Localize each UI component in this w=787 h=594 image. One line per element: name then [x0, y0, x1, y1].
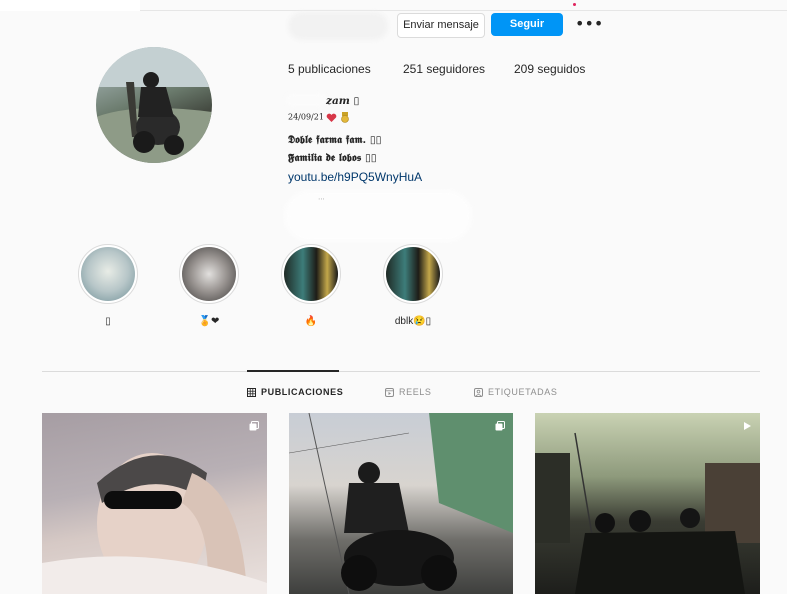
username-redacted	[288, 12, 388, 40]
tab-publicaciones-label: PUBLICACIONES	[261, 387, 344, 397]
highlight-2[interactable]: 🏅❤	[179, 244, 239, 327]
video-icon	[744, 422, 751, 430]
carousel-icon	[495, 421, 505, 431]
highlight-3-label: 🔥	[304, 316, 318, 327]
bio-redacted	[284, 190, 472, 242]
bio-date: 24/09/21	[288, 112, 350, 123]
highlight-3-cover	[281, 244, 341, 304]
post-2-image	[289, 413, 513, 594]
highlight-4-label: dblk😢▯	[394, 316, 432, 327]
tab-etiquetadas-label: ETIQUETADAS	[488, 387, 558, 397]
tab-publicaciones[interactable]: PUBLICACIONES	[247, 387, 343, 397]
post-thumbnail-2[interactable]	[289, 413, 513, 594]
highlight-2-label: 🏅❤	[198, 316, 220, 327]
tab-etiquetadas[interactable]: ETIQUETADAS	[474, 387, 557, 397]
tabs-divider	[42, 371, 760, 372]
bio-line-3: 𝕱𝖆𝖒𝖎𝖑𝖎𝖆 𝖉𝖊 𝖑𝖔𝖇𝖔𝖘 ▯▯	[288, 152, 377, 164]
highlight-1-label: ▯	[105, 316, 111, 327]
highlight-1-cover	[78, 244, 138, 304]
post-thumbnail-1[interactable]	[42, 413, 267, 594]
tab-reels-label: REELS	[399, 387, 432, 397]
more-options-button[interactable]: •••	[575, 13, 603, 36]
post-thumbnail-3[interactable]	[535, 413, 760, 594]
follow-button[interactable]: Seguir	[491, 13, 563, 36]
top-bar-left	[0, 0, 140, 11]
highlight-4-cover	[383, 244, 443, 304]
profile-page: Enviar mensaje Seguir ••• 5 publicacione…	[0, 0, 787, 594]
profile-avatar[interactable]	[96, 47, 212, 163]
name-redacted	[285, 93, 327, 107]
highlight-3[interactable]: 🔥	[281, 244, 341, 327]
grid-icon	[247, 387, 256, 397]
tab-reels[interactable]: REELS	[385, 387, 432, 397]
medal-icon	[341, 112, 349, 123]
highlight-4[interactable]: dblk😢▯	[383, 244, 443, 327]
post-1-image	[42, 453, 267, 594]
following-link[interactable]: 209 seguidos	[514, 62, 585, 76]
followers-link[interactable]: 251 seguidores	[403, 62, 485, 76]
bio-line-2: 𝕯𝖔𝖇𝖑𝖊 𝖋𝖆𝖗𝖒𝖆 𝖋𝖆𝖒. ▯▯	[288, 134, 382, 146]
highlight-1[interactable]: ▯	[78, 244, 138, 327]
carousel-icon	[249, 421, 259, 431]
avatar-photo	[96, 47, 212, 163]
post-3-image	[535, 432, 760, 594]
active-tab-indicator	[247, 370, 339, 372]
bio-external-link[interactable]: youtu.be/h9PQ5WnyHuA	[288, 170, 422, 184]
tagged-icon	[474, 387, 483, 397]
notification-dot	[573, 3, 576, 6]
send-message-button[interactable]: Enviar mensaje	[397, 13, 485, 38]
bio-name: zam ▯	[326, 95, 360, 107]
bio-date-text: 24/09/21	[288, 112, 324, 122]
heart-icon	[327, 113, 337, 122]
bio-redacted-fragment: ⋯	[318, 195, 325, 203]
reels-icon	[385, 387, 394, 397]
posts-count: 5 publicaciones	[288, 62, 371, 76]
highlight-2-cover	[179, 244, 239, 304]
